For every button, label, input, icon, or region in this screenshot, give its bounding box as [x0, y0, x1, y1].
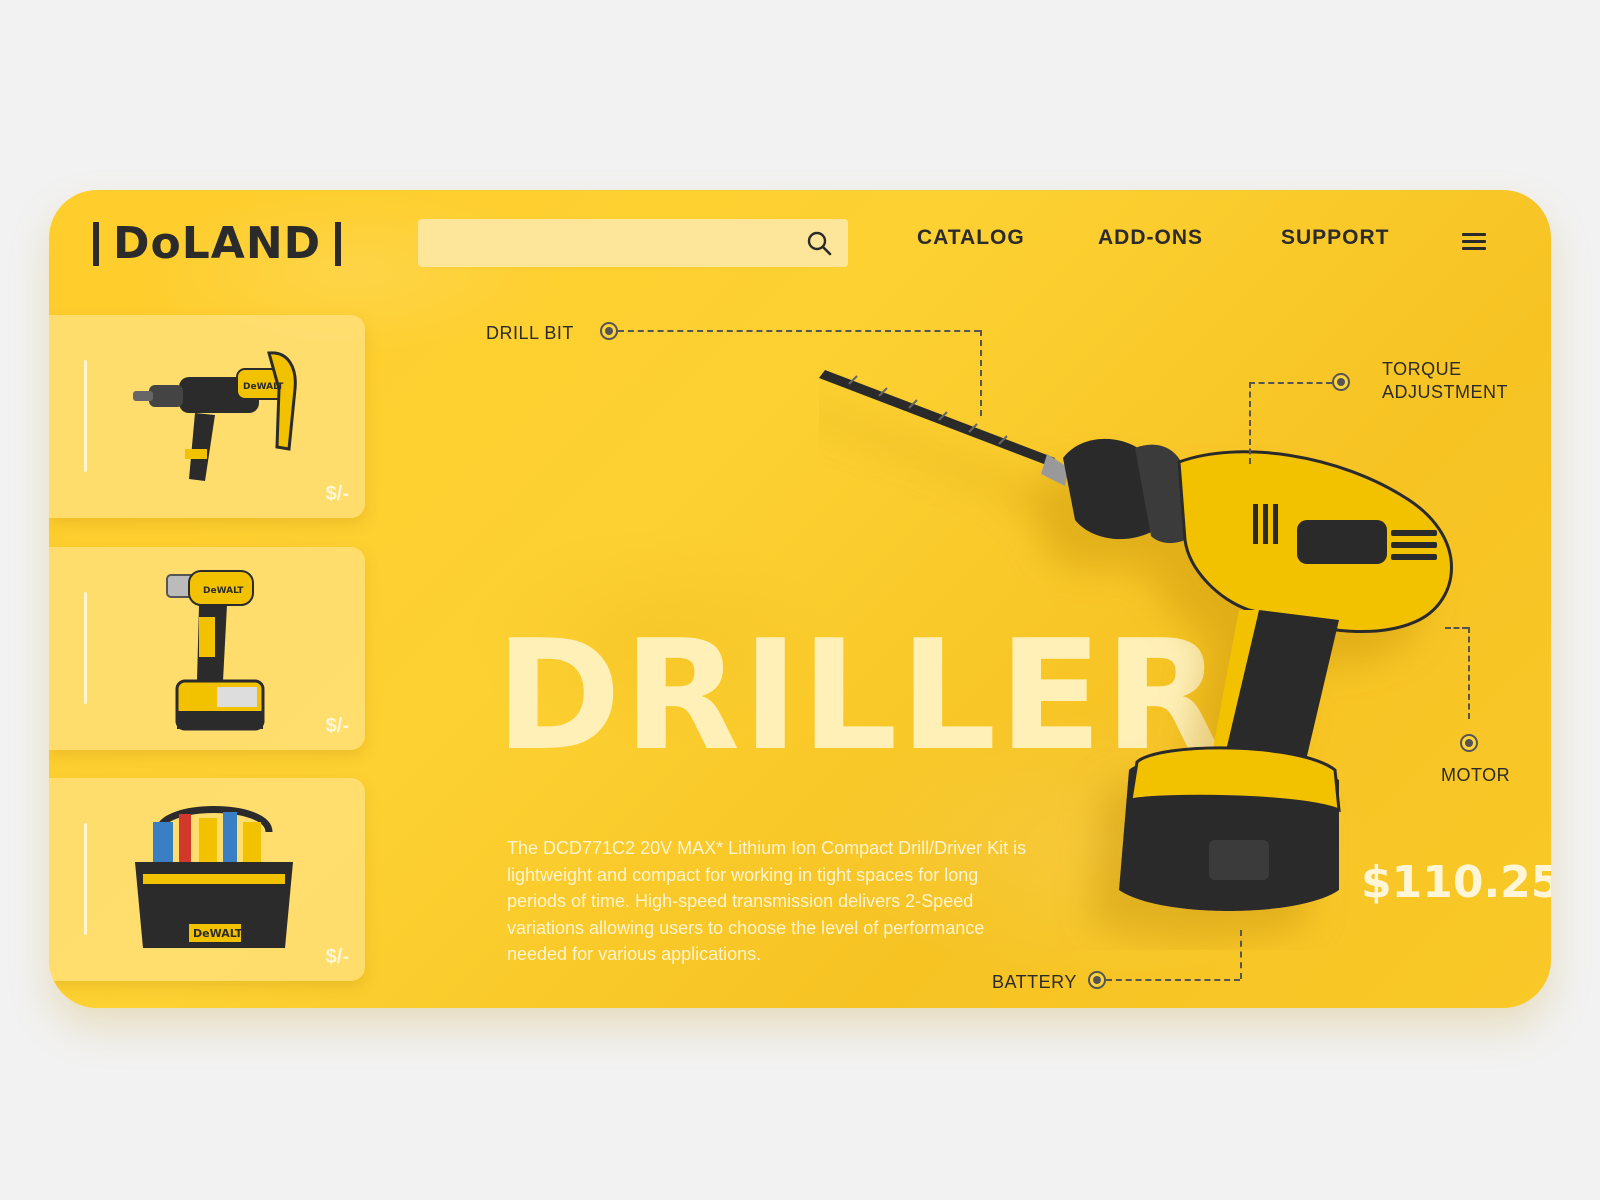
logo-bar-left: [93, 221, 99, 266]
callout-drill-bit-line: [618, 330, 980, 332]
rotary-hammer-icon: DeWALT: [133, 351, 297, 481]
product-thumb-impact-driver[interactable]: DeWALT $/-: [49, 547, 365, 750]
thumb-indicator: [84, 592, 87, 704]
search-input[interactable]: [430, 227, 794, 261]
product-card: DoLAND CATALOG ADD-ONS SUPPORT DeWALT $/…: [49, 190, 1551, 1008]
brand-logo[interactable]: DoLAND: [93, 218, 342, 269]
callout-torque-line: [1249, 382, 1332, 384]
nav-catalog[interactable]: CATALOG: [917, 226, 1025, 250]
logo-bar-right: [335, 221, 342, 266]
thumb-indicator: [84, 360, 87, 472]
thumb-price: $/-: [325, 483, 349, 505]
callout-drill-bit-dot[interactable]: [600, 322, 618, 340]
svg-text:DeWALT: DeWALT: [243, 382, 284, 392]
callout-motor-label: MOTOR: [1441, 765, 1511, 785]
callout-torque-label: TORQUE ADJUSTMENT: [1382, 358, 1508, 404]
nav-add-ons[interactable]: ADD-ONS: [1098, 226, 1203, 250]
callout-torque-line2: ADJUSTMENT: [1382, 382, 1508, 402]
callout-drill-bit-label: DRILL BIT: [486, 323, 574, 343]
callout-drill-bit-line-v: [980, 330, 982, 416]
thumb-price: $/-: [325, 715, 349, 737]
svg-text:DeWALT: DeWALT: [193, 927, 243, 940]
callout-battery-dot[interactable]: [1088, 971, 1106, 989]
search-icon[interactable]: [806, 230, 832, 256]
callout-battery-line-v: [1240, 930, 1242, 979]
svg-text:DeWALT: DeWALT: [203, 586, 244, 596]
callout-battery-label: BATTERY: [992, 972, 1077, 992]
nav-support[interactable]: SUPPORT: [1281, 226, 1390, 250]
callout-motor-line: [1445, 627, 1468, 629]
product-description: The DCD771C2 20V MAX* Lithium Ion Compac…: [507, 838, 1027, 964]
tool-bag-icon: DeWALT: [135, 806, 293, 948]
callout-torque-line1: TORQUE: [1382, 359, 1462, 379]
search-box[interactable]: [418, 219, 848, 267]
hamburger-menu-icon[interactable]: [1462, 233, 1486, 251]
logo-text: DoLAND: [113, 218, 322, 269]
product-price: $110.25: [1361, 857, 1551, 908]
thumb-price: $/-: [325, 946, 349, 968]
product-thumb-tool-bag[interactable]: DeWALT $/-: [49, 778, 365, 981]
thumb-indicator: [84, 823, 87, 935]
product-thumb-rotary-hammer[interactable]: DeWALT $/-: [49, 315, 365, 518]
callout-motor-dot[interactable]: [1460, 734, 1478, 752]
impact-driver-icon: DeWALT: [166, 570, 265, 731]
callout-battery-line: [1106, 979, 1240, 981]
callout-motor-line-v: [1468, 627, 1470, 719]
callout-torque-dot[interactable]: [1332, 373, 1350, 391]
callout-torque-line-v: [1249, 382, 1251, 464]
